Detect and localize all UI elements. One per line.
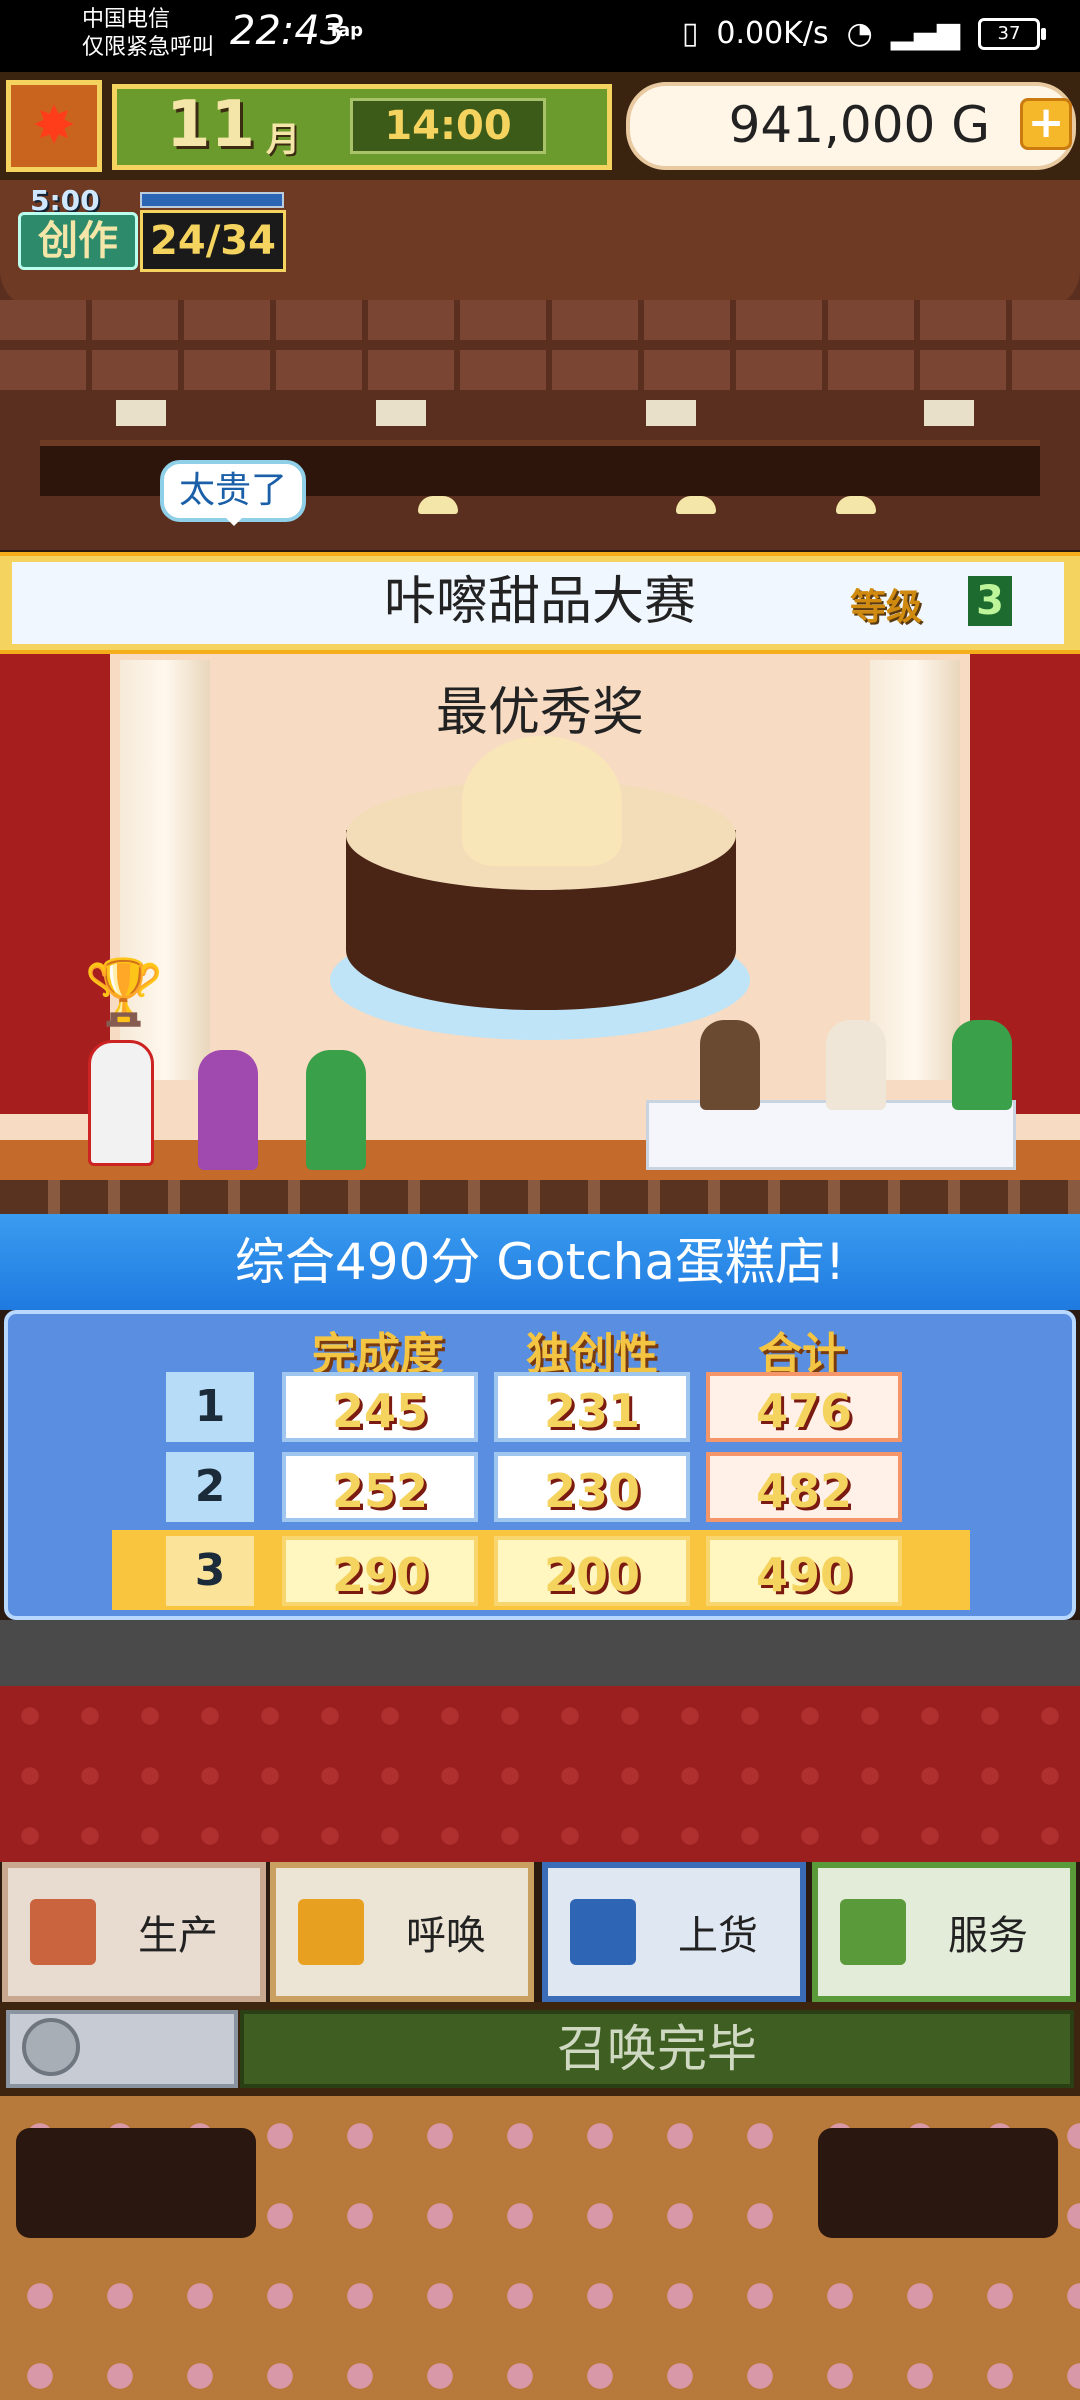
battery-icon: 37 [978,17,1046,50]
wifi-icon: ◔ [846,16,873,51]
net-speed: 0.00K/s [716,16,829,51]
call-status-text: 召唤完毕 [557,2020,757,2078]
service-button[interactable]: 服务 [812,1862,1076,2002]
judge-table [646,1100,1016,1170]
signal-icon: ▂▄▆ [890,16,960,51]
vibrate-icon: ▯ [681,16,699,51]
trophy-icon: 🏆 [84,956,164,1030]
rank-cell: 2 [166,1452,254,1522]
add-money-button[interactable]: + [1020,98,1072,150]
completion-score: 290 [282,1536,478,1606]
total-score: 476 [706,1372,902,1442]
total-score: 490 [706,1536,902,1606]
judge-character [952,1020,1012,1110]
audience-crowd [0,1180,1080,1214]
lamp-icon [676,496,716,514]
cake-slice-icon [570,1899,636,1965]
brick-wall [0,300,1080,340]
completion-score: 245 [282,1372,478,1442]
stock-button[interactable]: 上货 [542,1862,806,2002]
total-score: 482 [706,1452,902,1522]
produce-button[interactable]: 生产 [2,1862,266,2002]
service-label: 服务 [948,1913,1028,1959]
originality-score: 230 [494,1452,690,1522]
money-amount: 941,000 G [728,96,990,154]
month-label: 月 [266,120,300,160]
counter-left [16,2128,256,2238]
staff-character [306,1050,366,1170]
judge-character [826,1020,886,1110]
lamp-icon [418,496,458,514]
rank-cell: 1 [166,1372,254,1442]
call-label: 呼唤 [406,1913,486,1959]
chef-character [88,1040,154,1166]
counter-right [818,2128,1058,2238]
cake-cream-topping [462,736,622,866]
contest-level-value: 3 [968,576,1012,626]
bread-icon [30,1899,96,1965]
megaphone-flag-icon [298,1899,364,1965]
lamp-icon [836,496,876,514]
brick-wall [0,350,1080,390]
originality-score: 200 [494,1536,690,1606]
emergency-only: 仅限紧急呼叫 [82,35,215,60]
contest-level-label: 等级 [850,587,923,628]
wall-light [376,400,426,426]
award-title: 最优秀奖 [435,683,644,743]
carpet-area [0,1686,1080,1862]
tap-indicator: Tap [328,20,363,41]
month-number: 11 [166,88,256,162]
game-time: 14:00 [350,98,546,154]
rank-cell: 3 [166,1536,254,1606]
completion-score: 252 [282,1452,478,1522]
call-button[interactable]: 呼唤 [270,1862,534,2002]
wall-light [116,400,166,426]
carrier-info: 中国电信 仅限紧急呼叫 [82,6,214,62]
status-icons: ▯ 0.00K/s ◔ ▂▄▆ 37 [681,16,1046,51]
wall-light [924,400,974,426]
stock-label: 上货 [678,1913,758,1959]
dial-icon [22,2018,80,2076]
creation-button[interactable]: 创作 [18,212,138,270]
produce-label: 生产 [138,1913,218,1959]
staff-character [198,1050,258,1170]
divider-strip [0,1620,1080,1686]
coffee-cup-icon [840,1899,906,1965]
creation-count: 24/34 [140,210,286,272]
score-headline: 综合490分 Gotcha蛋糕店! [234,1233,846,1291]
creation-progress-bar [140,192,284,208]
judge-character [700,1020,760,1110]
customer-speech-bubble: 太贵了 [160,460,306,526]
originality-score: 231 [494,1372,690,1442]
carrier-name: 中国电信 [82,7,171,32]
maple-leaf-icon[interactable]: ✸ [6,80,102,172]
wall-light [646,400,696,426]
